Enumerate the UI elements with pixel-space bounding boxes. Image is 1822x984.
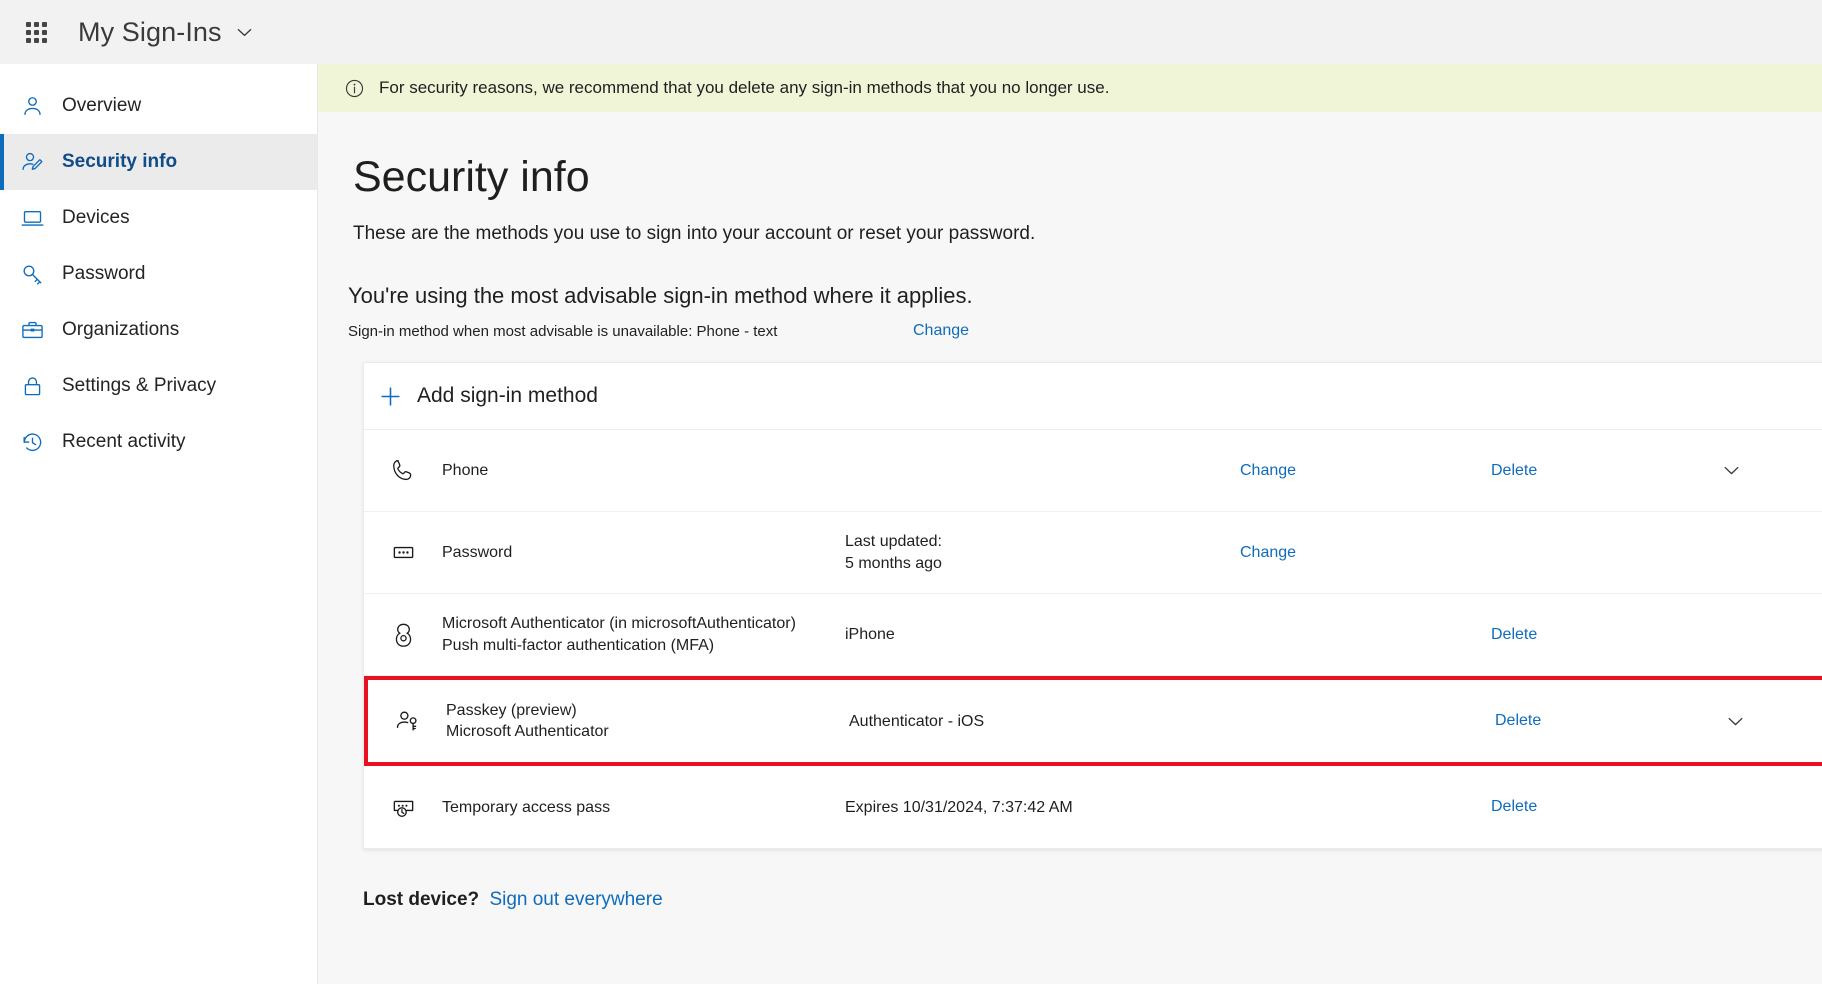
sidebar-item-overview[interactable]: Overview — [0, 78, 317, 134]
advisable-heading: You're using the most advisable sign-in … — [348, 283, 1822, 309]
lock-icon — [18, 372, 46, 400]
temporary-access-pass-icon — [380, 794, 426, 821]
password-dots-icon — [380, 539, 426, 566]
delete-link[interactable]: Delete — [1491, 626, 1701, 644]
sidebar-item-organizations[interactable]: Organizations — [0, 302, 317, 358]
sidebar-item-settings-privacy[interactable]: Settings & Privacy — [0, 358, 317, 414]
app-launcher-button[interactable] — [12, 8, 60, 56]
delete-link[interactable]: Delete — [1491, 798, 1701, 816]
add-sign-in-method-label: Add sign-in method — [417, 384, 598, 408]
sign-in-methods-card: Add sign-in method Phone Chang — [363, 362, 1822, 849]
chevron-down-icon[interactable] — [1701, 460, 1761, 481]
method-row-password: Password Last updated: 5 months ago Chan… — [364, 512, 1822, 594]
change-link[interactable]: Change — [1240, 462, 1491, 480]
passkey-person-key-icon — [384, 708, 430, 735]
method-detail-primary: iPhone — [845, 626, 895, 643]
brand-title: My Sign-Ins — [78, 17, 222, 48]
method-name-secondary: Push multi-factor authentication (MFA) — [442, 635, 845, 657]
sidebar-item-label: Devices — [62, 207, 130, 229]
content-area: Security info These are the methods you … — [318, 154, 1822, 911]
method-row-temporary-access-pass: Temporary access pass Expires 10/31/2024… — [364, 766, 1822, 848]
page-subtitle: These are the methods you use to sign in… — [353, 223, 1822, 245]
method-name-primary: Microsoft Authenticator (in microsoftAut… — [442, 613, 845, 635]
method-detail-primary: Authenticator - iOS — [849, 713, 984, 730]
method-detail: Authenticator - iOS — [849, 711, 1244, 733]
app-launcher-waffle-icon — [26, 22, 47, 43]
advisable-change-link[interactable]: Change — [913, 322, 969, 340]
sidebar-item-label: Recent activity — [62, 431, 186, 453]
change-link[interactable]: Change — [1240, 544, 1491, 562]
sidebar-item-devices[interactable]: Devices — [0, 190, 317, 246]
app-header: My Sign-Ins — [0, 0, 1822, 64]
lost-device-label: Lost device? — [363, 889, 479, 910]
sidebar-item-security-info[interactable]: Security info — [0, 134, 317, 190]
method-row-microsoft-authenticator: Microsoft Authenticator (in microsoftAut… — [364, 594, 1822, 676]
banner-text: For security reasons, we recommend that … — [379, 78, 1109, 98]
method-name: Password — [442, 542, 845, 564]
lost-device-row: Lost device? Sign out everywhere — [363, 889, 1822, 911]
chevron-down-icon[interactable] — [1705, 711, 1765, 732]
info-circle-icon — [344, 78, 365, 99]
method-row-passkey: Passkey (preview) Microsoft Authenticato… — [364, 676, 1822, 766]
method-name: Passkey (preview) Microsoft Authenticato… — [446, 700, 849, 743]
method-name-primary: Passkey (preview) — [446, 700, 849, 722]
method-name-secondary: Microsoft Authenticator — [446, 721, 849, 743]
sign-out-everywhere-link[interactable]: Sign out everywhere — [489, 889, 662, 910]
sidebar-item-label: Settings & Privacy — [62, 375, 216, 397]
person-edit-icon — [18, 148, 46, 176]
method-name: Phone — [442, 460, 845, 482]
method-row-phone: Phone Change Delete — [364, 430, 1822, 512]
chevron-down-icon[interactable] — [235, 23, 254, 42]
plus-icon — [378, 384, 403, 409]
method-detail-primary: Last updated: — [845, 531, 1240, 553]
authenticator-app-icon — [380, 621, 426, 648]
advisable-method-block: You're using the most advisable sign-in … — [348, 283, 1822, 340]
sidebar-item-label: Security info — [62, 151, 177, 173]
method-detail: Last updated: 5 months ago — [845, 531, 1240, 574]
page-body: Overview Security info Devices — [0, 64, 1822, 984]
method-name-primary: Temporary access pass — [442, 799, 610, 816]
main-content: For security reasons, we recommend that … — [318, 64, 1822, 984]
page-title: Security info — [353, 154, 1822, 201]
method-detail: iPhone — [845, 624, 1240, 646]
sidebar-item-label: Password — [62, 263, 145, 285]
history-clock-icon — [18, 428, 46, 456]
briefcase-icon — [18, 316, 46, 344]
key-icon — [18, 260, 46, 288]
method-name-primary: Phone — [442, 462, 488, 479]
person-icon — [18, 92, 46, 120]
method-detail-secondary: 5 months ago — [845, 553, 1240, 575]
security-recommendation-banner: For security reasons, we recommend that … — [318, 64, 1822, 112]
laptop-icon — [18, 204, 46, 232]
delete-link[interactable]: Delete — [1495, 712, 1705, 730]
sidebar-item-password[interactable]: Password — [0, 246, 317, 302]
method-name: Temporary access pass — [442, 797, 845, 819]
delete-link[interactable]: Delete — [1491, 462, 1701, 480]
method-detail: Expires 10/31/2024, 7:37:42 AM — [845, 797, 1240, 819]
method-name: Microsoft Authenticator (in microsoftAut… — [442, 613, 845, 656]
add-sign-in-method-button[interactable]: Add sign-in method — [364, 363, 1822, 430]
method-name-primary: Password — [442, 544, 512, 561]
advisable-row: Sign-in method when most advisable is un… — [348, 322, 1822, 340]
sidebar-item-label: Overview — [62, 95, 141, 117]
sidebar: Overview Security info Devices — [0, 64, 318, 984]
method-detail-primary: Expires 10/31/2024, 7:37:42 AM — [845, 799, 1073, 816]
phone-icon — [380, 457, 426, 484]
sidebar-item-label: Organizations — [62, 319, 179, 341]
advisable-detail: Sign-in method when most advisable is un… — [348, 323, 913, 340]
sidebar-item-recent-activity[interactable]: Recent activity — [0, 414, 317, 470]
